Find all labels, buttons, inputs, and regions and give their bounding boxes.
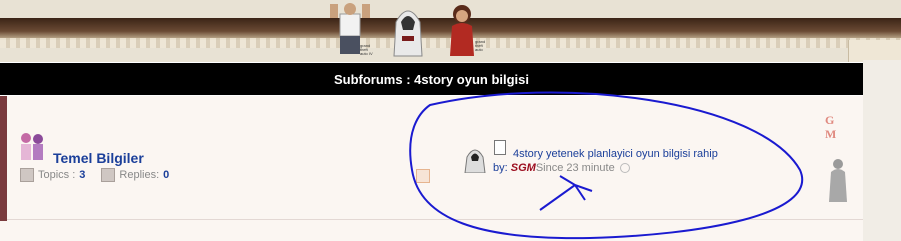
header-banner: grand theft auto IV grand theft auto — [0, 0, 901, 62]
forum-stats: Topics : 3 Replies: 0 — [20, 168, 169, 182]
replies-label: Replies: — [119, 169, 160, 181]
svg-text:G: G — [825, 113, 834, 127]
by-label: by: — [493, 162, 508, 174]
topics-count: 3 — [79, 169, 86, 181]
forum-title-link[interactable]: Temel Bilgiler — [53, 150, 144, 166]
pen-icon — [101, 168, 116, 182]
go-to-post-icon[interactable] — [619, 163, 630, 174]
document-icon — [494, 140, 506, 155]
pen-icon — [20, 168, 34, 182]
forum-icon[interactable] — [18, 130, 46, 162]
last-post-user[interactable]: SGM — [511, 162, 536, 174]
gta-logo-1: grand theft auto IV — [360, 44, 373, 56]
row-divider — [7, 219, 863, 220]
topics-label: Topics : — [38, 169, 76, 181]
header-frame-corner — [848, 40, 901, 62]
subforum-bar: Subforums : 4story oyun bilgisi — [0, 63, 863, 95]
gm-icon: G M — [825, 113, 836, 140]
subforum-title: Subforums : 4story oyun bilgisi — [333, 71, 530, 87]
last-post-link[interactable]: 4story yetenek planlayici oyun bilgisi r… — [513, 148, 718, 160]
avatar[interactable] — [462, 145, 488, 173]
svg-text:M: M — [825, 127, 836, 140]
last-post-byline: by: SGMSince 23 minute — [493, 162, 630, 174]
hooded-character-icon — [393, 10, 423, 57]
gta-logo-2: grand theft auto — [475, 40, 486, 52]
row-accent-bar — [0, 96, 7, 221]
new-post-indicator-icon — [416, 169, 430, 183]
right-margin — [863, 60, 901, 241]
last-post-time: Since 23 minute — [535, 162, 615, 174]
replies-count: 0 — [163, 169, 170, 181]
statue-icon — [829, 159, 847, 202]
